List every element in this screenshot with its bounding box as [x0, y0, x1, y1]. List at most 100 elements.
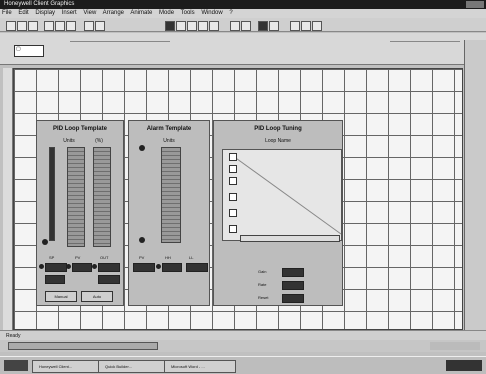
- menu-mode[interactable]: Mode: [159, 10, 174, 16]
- redo-icon[interactable]: [95, 21, 105, 31]
- chart-icon[interactable]: [258, 21, 268, 31]
- tuning-panel: PID Loop Tuning Loop Name Gain Rate Rese…: [213, 120, 343, 306]
- tune-label-rate: Rate: [258, 282, 267, 287]
- alarm-ll-field[interactable]: [186, 263, 208, 272]
- status-bar: Ready: [0, 330, 486, 340]
- line-icon[interactable]: [176, 21, 186, 31]
- zoom-control[interactable]: [430, 342, 480, 350]
- trend-btn-3[interactable]: [229, 177, 237, 185]
- reset-field[interactable]: [282, 294, 304, 303]
- task-client[interactable]: Honeywell Client...: [32, 360, 104, 373]
- auto-button[interactable]: Auto: [81, 291, 113, 302]
- new-icon[interactable]: [6, 21, 16, 31]
- menu-tools[interactable]: Tools: [181, 10, 195, 16]
- alarm-col-units: Units: [163, 138, 175, 144]
- out-value-field[interactable]: [98, 263, 120, 272]
- tab-strip[interactable]: [70, 38, 170, 42]
- save-icon[interactable]: [28, 21, 38, 31]
- alarm-lo-indicator-icon: [139, 237, 145, 243]
- alarm-label-pv: PV: [139, 255, 145, 260]
- menu-bar: File Edit Display Insert View Arrange An…: [0, 9, 486, 18]
- start-button[interactable]: [4, 360, 28, 371]
- alarm-scale: [161, 147, 181, 243]
- rect-icon[interactable]: [187, 21, 197, 31]
- cut-icon[interactable]: [44, 21, 54, 31]
- pushbutton-icon[interactable]: [241, 21, 251, 31]
- sp-indicator-icon: [39, 264, 44, 269]
- gain-field[interactable]: [282, 268, 304, 277]
- undo-icon[interactable]: [84, 21, 94, 31]
- tune-label-reset: Reset: [258, 295, 269, 300]
- trend-scrollbar[interactable]: [240, 235, 340, 242]
- trend-btn-4[interactable]: [229, 193, 237, 201]
- menu-window[interactable]: Window: [201, 10, 222, 16]
- alarm-label-ll: LL: [189, 255, 194, 260]
- menu-display[interactable]: Display: [35, 10, 55, 16]
- trend-btn-6[interactable]: [229, 225, 237, 233]
- layer-selector[interactable]: [390, 38, 460, 42]
- properties-bar: [0, 33, 486, 65]
- out-indicator-icon: [92, 264, 97, 269]
- menu-animate[interactable]: Animate: [130, 10, 152, 16]
- menu-edit[interactable]: Edit: [18, 10, 28, 16]
- ellipse-icon[interactable]: [198, 21, 208, 31]
- status-text: Ready: [6, 333, 21, 339]
- pid-units-scale: [67, 147, 85, 247]
- alarm-hi-indicator-icon: [139, 145, 145, 151]
- trend-icon[interactable]: [269, 21, 279, 31]
- alphanumeric-icon[interactable]: [230, 21, 240, 31]
- copy-icon[interactable]: [55, 21, 65, 31]
- right-panel: [464, 40, 486, 340]
- page-tabs[interactable]: [8, 342, 158, 350]
- pid-label-pv: PV: [75, 255, 81, 260]
- trend-btn-1[interactable]: [229, 153, 237, 161]
- sp-units-field[interactable]: [45, 275, 65, 284]
- pid-label-sp: SP: [49, 255, 55, 260]
- manual-button[interactable]: Manual: [45, 291, 77, 302]
- select-icon[interactable]: [165, 21, 175, 31]
- tune-label-gain: Gain: [258, 269, 267, 274]
- tuning-trend-area: [222, 149, 342, 241]
- rate-field[interactable]: [282, 281, 304, 290]
- zoom-fit-icon[interactable]: [312, 21, 322, 31]
- alarm-hh-indicator-icon: [156, 264, 161, 269]
- trend-line: [232, 155, 342, 235]
- menu-help[interactable]: ?: [229, 10, 232, 16]
- menu-arrange[interactable]: Arrange: [103, 10, 124, 16]
- menu-file[interactable]: File: [2, 10, 12, 16]
- window-title: Honeywell Client Graphics: [4, 1, 75, 7]
- system-clock: [446, 360, 482, 371]
- out-units-field[interactable]: [98, 275, 120, 284]
- sp-value-field[interactable]: [45, 263, 67, 272]
- title-bar: Honeywell Client Graphics: [0, 0, 486, 9]
- alarm-title: Alarm Template: [146, 126, 192, 132]
- zoom-in-icon[interactable]: [290, 21, 300, 31]
- zoom-out-icon[interactable]: [301, 21, 311, 31]
- pid-loop-panel: PID Loop Template Units (%) SP PV OUT Ma…: [36, 120, 124, 306]
- pv-value-field[interactable]: [72, 263, 92, 272]
- paste-icon[interactable]: [66, 21, 76, 31]
- window-controls[interactable]: [466, 1, 484, 8]
- taskbar: Honeywell Client... Quick Builder... Mic…: [0, 356, 486, 374]
- pid-col-percent: (%): [95, 138, 103, 144]
- task-word[interactable]: Microsoft Word - ...: [164, 360, 236, 373]
- object-tag-field[interactable]: ▢: [14, 45, 44, 57]
- alarm-label-hh: HH: [165, 255, 171, 260]
- trend-btn-5[interactable]: [229, 209, 237, 217]
- pid-percent-scale: [93, 147, 111, 247]
- pv-indicator-icon: [66, 264, 71, 269]
- open-icon[interactable]: [17, 21, 27, 31]
- tuning-title: PID Loop Tuning: [254, 126, 302, 132]
- menu-view[interactable]: View: [83, 10, 96, 16]
- pid-label-out: OUT: [100, 255, 109, 260]
- tuning-subtitle: Loop Name: [265, 138, 291, 144]
- page-nav-bar: [0, 340, 486, 352]
- alarm-hh-field[interactable]: [162, 263, 182, 272]
- task-builder[interactable]: Quick Builder...: [98, 360, 170, 373]
- pid-slider-knob-icon[interactable]: [42, 239, 48, 245]
- text-icon[interactable]: [209, 21, 219, 31]
- pid-output-bar: [49, 147, 55, 241]
- trend-btn-2[interactable]: [229, 165, 237, 173]
- alarm-pv-field[interactable]: [133, 263, 155, 272]
- menu-insert[interactable]: Insert: [62, 10, 77, 16]
